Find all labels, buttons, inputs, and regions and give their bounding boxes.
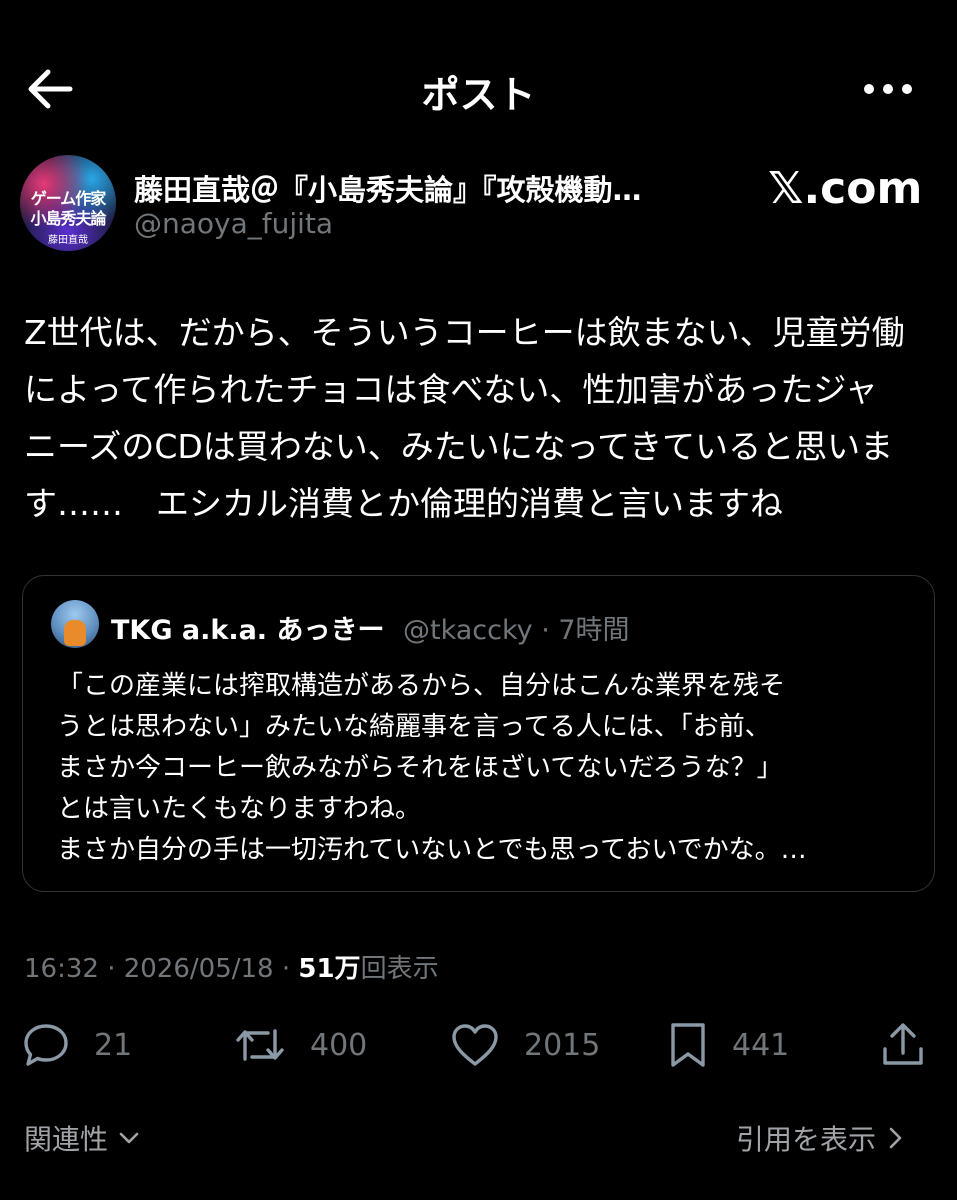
avatar-figure (64, 620, 86, 646)
like-count: 2015 (524, 1027, 601, 1063)
retweet-icon (236, 1029, 284, 1061)
heart-icon (452, 1024, 498, 1066)
post-timestamp[interactable]: 16:32 · 2026/05/18 · (24, 954, 298, 984)
like-button[interactable]: 2015 (450, 1020, 600, 1070)
quoted-author-avatar[interactable] (51, 600, 99, 648)
quoted-author-meta: @tkaccky · 7時間 (403, 615, 630, 646)
author-display-name[interactable]: 藤田直哉＠『小島秀夫論』『攻殻機動… (134, 167, 642, 209)
author-avatar[interactable]: ゲーム作家 小島秀夫論 藤田直哉 (20, 155, 116, 251)
share-button[interactable] (880, 1020, 926, 1070)
post-text: Z世代は、だから、そういうコーヒーは飲まない、児童労働 によって作られたチョコは… (24, 313, 905, 523)
author-handle[interactable]: @naoya_fujita (134, 207, 333, 240)
bookmark-button[interactable]: 441 (668, 1020, 789, 1070)
relevance-sort-button[interactable]: 関連性 (24, 1118, 140, 1158)
quoted-post-text: 「この産業には搾取構造があるから、自分はこんな業界を残そ うとは思わない」みたい… (57, 671, 807, 865)
views-count: 51万 (298, 954, 361, 984)
view-quotes-label: 引用を表示 (736, 1123, 877, 1156)
retweet-count: 400 (310, 1027, 368, 1063)
retweet-button[interactable]: 400 (234, 1020, 367, 1070)
relevance-sort-label: 関連性 (24, 1123, 109, 1156)
action-bar: 21 400 2015 441 (0, 1010, 957, 1080)
bookmark-icon (671, 1023, 705, 1067)
post-author: ゲーム作家 小島秀夫論 藤田直哉 藤田直哉＠『小島秀夫論』『攻殻機動… @nao… (20, 155, 940, 251)
post-header: ポスト (0, 0, 957, 140)
reply-count: 21 (94, 1027, 133, 1063)
post-timestamp-row: 16:32 · 2026/05/18 · 51万回表示 (24, 948, 439, 985)
chevron-right-icon (889, 1127, 902, 1149)
view-quotes-button[interactable]: 引用を表示 (736, 1118, 904, 1158)
share-icon (883, 1023, 923, 1065)
chevron-down-icon (119, 1132, 139, 1144)
views-label: 回表示 (360, 954, 439, 984)
more-horizontal-icon (864, 84, 912, 94)
reply-icon (24, 1024, 68, 1066)
reply-button[interactable]: 21 (22, 1020, 132, 1070)
page-title: ポスト (421, 73, 536, 117)
quoted-author-name[interactable]: TKG a.k.a. あっきー (111, 608, 384, 647)
avatar-text-line2: 小島秀夫論 (30, 209, 106, 228)
quoted-post[interactable]: TKG a.k.a. あっきー @tkaccky · 7時間 「この産業には搾取… (22, 575, 935, 892)
avatar-text-line3: 藤田直哉 (48, 235, 88, 246)
more-options-button[interactable] (862, 74, 914, 104)
x-com-watermark: 𝕏.com (768, 163, 923, 214)
bookmark-count: 441 (732, 1027, 790, 1063)
